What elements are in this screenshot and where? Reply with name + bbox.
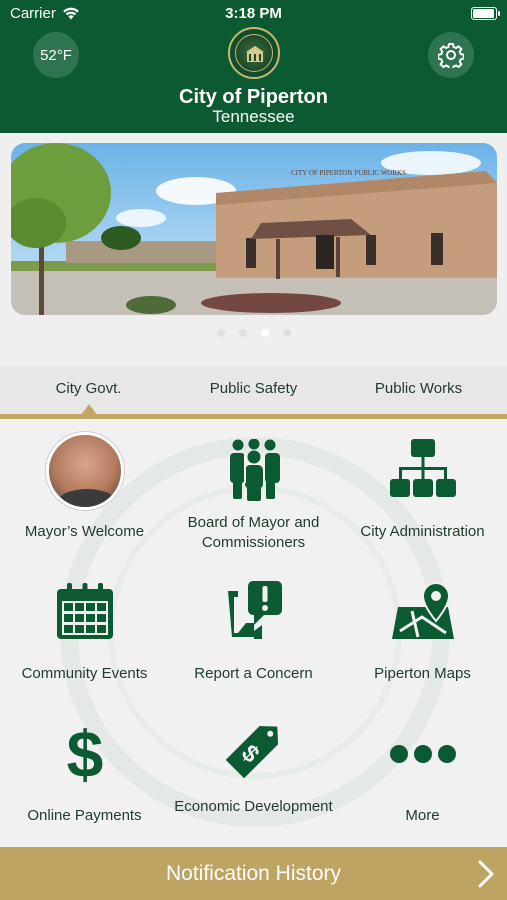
carousel-dot-active[interactable]: [260, 329, 269, 337]
grid-item-board-of-mayor[interactable]: Board of Mayor and Commissioners: [169, 419, 338, 561]
grid-item-report-a-concern[interactable]: Report a Concern: [169, 561, 338, 703]
grid-item-economic-development[interactable]: $ Economic Development: [169, 703, 338, 847]
battery-icon: [471, 7, 500, 20]
mayor-avatar: [45, 432, 124, 510]
tab-city-govt[interactable]: City Govt.: [4, 380, 173, 397]
people-group-icon: [229, 439, 280, 501]
app-header: 52°F City of Piperton Tennessee: [0, 27, 507, 133]
tab-public-safety[interactable]: Public Safety: [169, 380, 338, 397]
price-tag-dollar-icon: $: [225, 725, 278, 779]
grid-item-label: Piperton Maps: [374, 665, 471, 682]
tab-public-works[interactable]: Public Works: [334, 380, 503, 397]
carousel-dot[interactable]: [282, 329, 291, 337]
gear-icon: [438, 43, 464, 68]
building-sign-text: CITY OF PIPERTON PUBLIC WORKS: [291, 169, 406, 177]
settings-button[interactable]: [428, 32, 474, 78]
carousel-dot[interactable]: [238, 329, 247, 337]
grid-item-label: Report a Concern: [194, 665, 313, 682]
notification-history-button[interactable]: Notification History: [0, 847, 507, 900]
svg-text:$: $: [66, 719, 103, 785]
grid-item-city-administration[interactable]: City Administration: [338, 419, 507, 561]
grid-item-label: More: [405, 807, 440, 824]
org-chart-icon: [389, 439, 456, 497]
hero-carousel-image[interactable]: CITY OF PIPERTON PUBLIC WORKS: [11, 143, 497, 315]
map-pin-icon: [391, 581, 454, 639]
grid-item-label: Mayor’s Welcome: [24, 523, 145, 540]
grid-item-label: Online Payments: [27, 807, 142, 824]
status-time: 3:18 PM: [225, 5, 282, 22]
grid-item-community-events[interactable]: Community Events: [0, 561, 169, 703]
grid-item-label: Community Events: [21, 665, 148, 682]
feature-grid: Mayor’s Welcome Board of Mayor and Commi…: [0, 419, 507, 847]
calendar-icon: [56, 583, 113, 639]
status-bar: Carrier 3:18 PM: [0, 0, 507, 28]
city-title: City of Piperton: [179, 86, 328, 108]
chevron-right-icon: [478, 860, 494, 888]
grid-item-online-payments[interactable]: $ Online Payments: [0, 703, 169, 847]
state-subtitle: Tennessee: [212, 107, 295, 126]
grid-item-mayors-welcome[interactable]: Mayor’s Welcome: [0, 419, 169, 561]
carousel-dot[interactable]: [216, 329, 225, 337]
selected-tab-indicator: [81, 404, 97, 415]
weather-button[interactable]: 52°F: [33, 32, 79, 78]
grid-item-label: Board of Mayor and Commissioners: [187, 514, 320, 551]
city-seal-logo: [228, 27, 280, 79]
grid-item-label: City Administration: [360, 523, 485, 540]
grid-item-label: Economic Development: [174, 798, 333, 815]
dollar-icon: $: [66, 719, 103, 785]
more-dots-icon: [389, 745, 456, 763]
grid-item-piperton-maps[interactable]: Piperton Maps: [338, 561, 507, 703]
report-concern-icon: [227, 581, 282, 639]
category-tabs: City Govt. Public Safety Public Works: [0, 366, 507, 419]
temperature-label: 52°F: [40, 46, 72, 64]
notification-history-label: Notification History: [165, 861, 342, 885]
grid-item-more[interactable]: More: [338, 703, 507, 847]
carousel-page-indicator[interactable]: [0, 329, 507, 337]
